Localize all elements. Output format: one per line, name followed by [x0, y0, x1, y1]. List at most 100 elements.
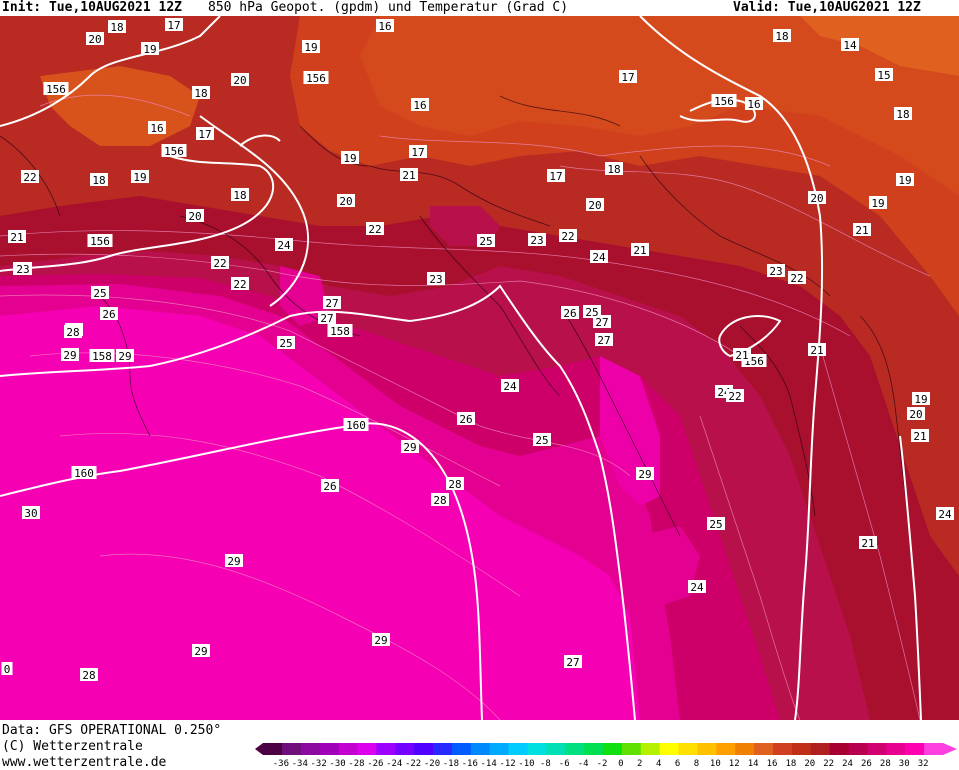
svg-text:22: 22 [23, 171, 36, 184]
website-url: www.wetterzentrale.de [2, 755, 167, 770]
temperature-label: 24 [688, 580, 706, 594]
svg-text:158: 158 [92, 350, 112, 363]
temperature-label: 23 [427, 272, 445, 286]
geopotential-label: 160 [71, 466, 97, 480]
temperature-label: 24 [275, 238, 293, 252]
scale-swatch [773, 743, 793, 755]
temperature-label: 18 [894, 107, 912, 121]
svg-text:25: 25 [585, 306, 598, 319]
scale-tick-label: 6 [674, 759, 681, 769]
scale-swatch [414, 743, 434, 755]
scale-swatch [281, 743, 302, 755]
svg-text:22: 22 [368, 223, 381, 236]
temperature-label: 19 [896, 173, 914, 187]
svg-text:23: 23 [769, 265, 782, 278]
svg-text:160: 160 [346, 419, 366, 432]
temperature-label: 24 [501, 379, 519, 393]
scale-swatch [697, 743, 717, 755]
temperature-label: 29 [401, 440, 419, 454]
svg-text:18: 18 [110, 21, 123, 34]
svg-text:21: 21 [861, 537, 874, 550]
scale-swatch [791, 743, 812, 755]
scale-swatch [716, 743, 736, 755]
temperature-label: 29 [192, 644, 210, 658]
temperature-label: 17 [196, 127, 214, 141]
scale-tick-label: 4 [655, 759, 662, 769]
svg-text:27: 27 [325, 297, 338, 310]
svg-text:16: 16 [150, 122, 163, 135]
temperature-label: 19 [869, 196, 887, 210]
svg-text:21: 21 [913, 430, 926, 443]
svg-text:19: 19 [914, 393, 927, 406]
svg-text:19: 19 [304, 41, 317, 54]
map-footer: Data: GFS OPERATIONAL 0.250° (C) Wetterz… [0, 721, 959, 770]
scale-arrow-left [255, 743, 263, 755]
temperature-label: 21 [400, 168, 418, 182]
svg-text:16: 16 [413, 99, 426, 112]
svg-text:21: 21 [633, 244, 646, 257]
scale-swatch [659, 743, 680, 755]
svg-text:17: 17 [198, 128, 211, 141]
svg-text:27: 27 [566, 656, 579, 669]
temperature-label: 23 [767, 264, 785, 278]
temperature-label: 20 [186, 209, 204, 223]
geopotential-label: 158 [89, 349, 115, 363]
scale-tick-label: 22 [823, 759, 835, 769]
temperature-label: 29 [372, 633, 390, 647]
geopotential-label: 156 [87, 234, 113, 248]
scale-tick-label: 24 [842, 759, 853, 769]
scale-tick-label: -4 [577, 759, 589, 769]
scale-tick-label: 14 [747, 759, 759, 769]
scale-tick-label: 18 [785, 759, 797, 769]
temperature-label: 28 [431, 493, 449, 507]
temperature-label: 26 [100, 307, 118, 321]
temperature-label: 29 [225, 554, 243, 568]
scale-swatch [433, 743, 453, 755]
svg-text:28: 28 [82, 669, 95, 682]
init-time: Init: Tue,10AUG2021 12Z [2, 0, 183, 15]
svg-text:156: 156 [90, 235, 110, 248]
svg-text:25: 25 [279, 337, 292, 350]
svg-text:20: 20 [339, 195, 352, 208]
svg-text:22: 22 [561, 230, 574, 243]
scale-swatch [848, 743, 868, 755]
color-scale-bar [255, 743, 957, 755]
scale-tick-label: -12 [499, 759, 516, 769]
map-title: 850 hPa Geopot. (gpdm) und Temperatur (G… [208, 0, 569, 15]
svg-text:28: 28 [66, 326, 79, 339]
svg-text:160: 160 [74, 467, 94, 480]
scale-swatch [924, 743, 944, 755]
scale-tick-label: 32 [917, 759, 929, 769]
temperature-label: 23 [14, 262, 32, 276]
temperature-label: 22 [231, 277, 249, 291]
svg-text:29: 29 [227, 555, 240, 568]
temperature-label: 18 [605, 162, 623, 176]
scale-swatch [395, 743, 415, 755]
scale-swatch [357, 743, 377, 755]
temperature-label: 27 [595, 333, 613, 347]
scale-tick-label: 26 [861, 759, 872, 769]
temperature-label: 17 [547, 169, 565, 183]
scale-tick-label: -24 [386, 759, 403, 769]
temperature-label: 17 [165, 18, 183, 32]
temperature-label: 25 [277, 336, 295, 350]
temperature-label: 25 [707, 517, 725, 531]
temperature-label: 17 [409, 145, 427, 159]
scale-tick-label: -8 [539, 759, 551, 769]
svg-text:18: 18 [92, 174, 105, 187]
svg-text:26: 26 [459, 413, 472, 426]
temperature-label: 26 [321, 479, 339, 493]
copyright: (C) Wetterzentrale [2, 739, 143, 754]
temperature-label: 18 [192, 86, 210, 100]
scale-swatch [527, 743, 547, 755]
svg-text:156: 156 [164, 145, 184, 158]
svg-text:24: 24 [938, 508, 952, 521]
svg-text:26: 26 [102, 308, 115, 321]
temperature-label: 29 [116, 349, 134, 363]
svg-text:16: 16 [747, 98, 760, 111]
svg-text:27: 27 [320, 312, 333, 325]
temperature-label: 27 [564, 655, 582, 669]
scale-swatch [829, 743, 850, 755]
scale-swatch [905, 743, 925, 755]
geopotential-label: 156 [161, 144, 187, 158]
